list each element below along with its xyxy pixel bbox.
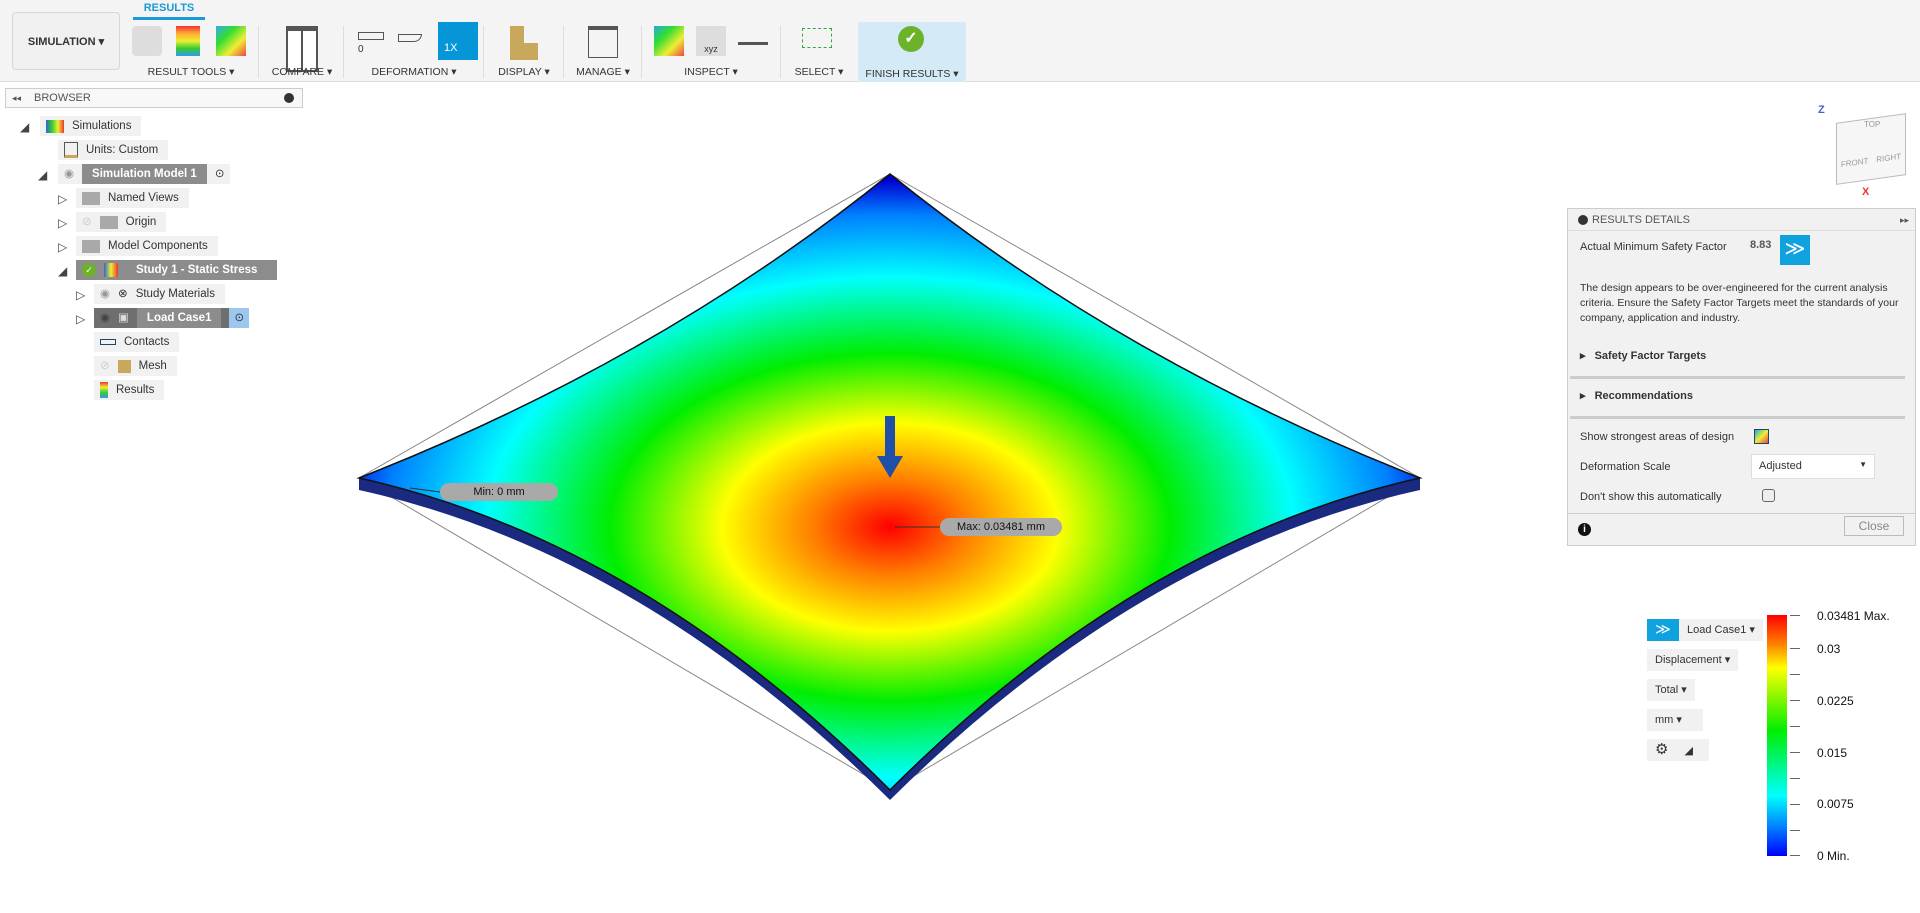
legend-settings: ⚙ ◢ (1647, 739, 1709, 761)
max-label: Max: 0.03481 mm (940, 518, 1062, 536)
recommendations-section[interactable]: ▸ Recommendations (1580, 389, 1693, 402)
dont-show-checkbox[interactable] (1762, 489, 1775, 502)
component-select[interactable]: Total ▾ (1647, 679, 1695, 701)
gear-icon[interactable]: ⚙ (1655, 741, 1668, 758)
color-scale-bar (1767, 615, 1787, 856)
safety-factor-value: 8.83 (1750, 239, 1772, 251)
view-cube[interactable]: Z X FRONT RIGHT TOP (1818, 100, 1918, 200)
strongest-areas-button[interactable] (1754, 429, 1769, 444)
min-label: Min: 0 mm (440, 483, 558, 501)
unit-select[interactable]: mm ▾ (1647, 709, 1703, 731)
info-icon[interactable]: i (1578, 523, 1591, 536)
result-type-select[interactable]: Displacement ▾ (1647, 649, 1739, 671)
panel-header[interactable]: RESULTS DETAILS ▸▸ (1568, 209, 1915, 231)
minimize-icon[interactable] (1578, 215, 1588, 225)
safety-factor-targets-section[interactable]: ▸ Safety Factor Targets (1580, 349, 1706, 362)
legend-options-icon[interactable]: ◢ (1684, 745, 1692, 757)
safety-ok-icon[interactable]: ≫ (1647, 619, 1679, 641)
load-case-select[interactable]: Load Case1 ▾ (1679, 619, 1763, 641)
safety-ok-icon: ≫ (1780, 235, 1810, 265)
close-button[interactable]: Close (1844, 516, 1904, 536)
deformation-scale-select[interactable]: Adjusted ▼ (1751, 454, 1875, 479)
results-details-panel: RESULTS DETAILS ▸▸ Actual Minimum Safety… (1567, 208, 1916, 546)
displacement-contour (356, 173, 1423, 792)
expand-icon[interactable]: ▸▸ (1900, 209, 1909, 231)
